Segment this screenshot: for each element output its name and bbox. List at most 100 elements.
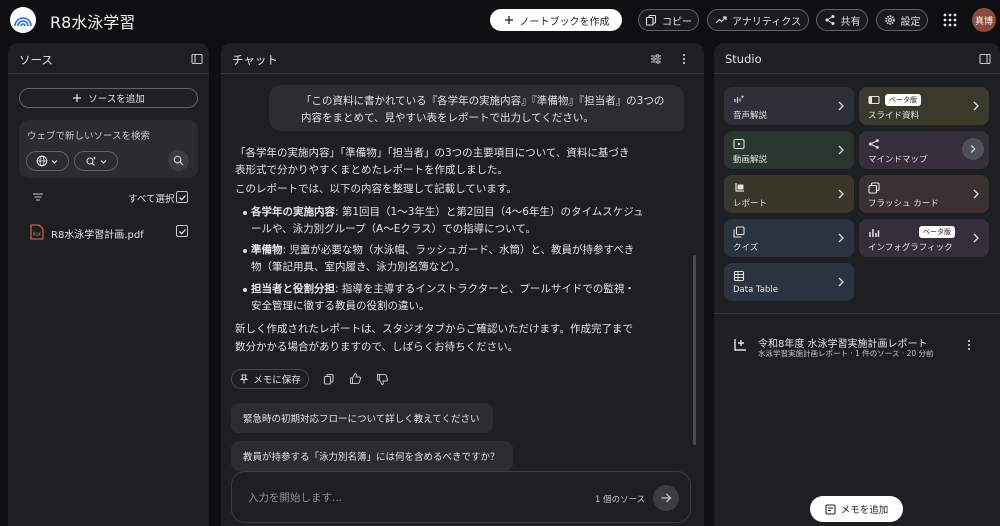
chevron-right-icon — [838, 101, 844, 111]
add-source-button[interactable]: ソースを追加 — [19, 88, 198, 108]
chevron-right-icon — [973, 101, 979, 111]
tile-label: クイズ — [733, 243, 759, 253]
report-note-icon — [734, 339, 746, 351]
chevron-right-icon — [838, 189, 844, 199]
app-logo[interactable] — [10, 7, 36, 33]
tune-icon — [651, 54, 661, 64]
tile-quiz[interactable]: クイズ — [724, 219, 854, 257]
source-item-name[interactable]: R8水泳学習計画.pdf — [51, 226, 144, 241]
tile-slides[interactable]: ベータ版 スライド資料 — [859, 87, 989, 125]
filter-sort-icon[interactable] — [32, 192, 44, 202]
chevron-right-icon — [838, 145, 844, 155]
logo-icon — [14, 17, 32, 27]
bullet-3-text: : 指導を主導するインストラクターと、プールサイドでの監視・ — [335, 283, 635, 295]
quiz-icon — [733, 226, 745, 238]
bullet-dot — [243, 249, 247, 253]
copy-icon — [645, 14, 657, 26]
chat-settings-button[interactable] — [648, 51, 664, 67]
copy-button[interactable]: コピー — [638, 9, 699, 31]
bullet-2-line-1: 準備物: 児童が必要な物（水泳帽、ラッシュガード、水筒）と、教員が持参すべき — [251, 242, 691, 259]
tile-mindmap[interactable]: マインドマップ — [859, 131, 989, 169]
add-memo-label: メモを追加 — [840, 505, 889, 516]
audio-spark-icon — [734, 95, 745, 103]
chat-scrollbar[interactable] — [693, 255, 696, 445]
bullet-1-line-1: 各学年の実施内容: 第1回目（1〜3年生）と第2回目（4〜6年生）のタイムスケジ… — [251, 204, 691, 221]
tile-label: フラッシュ カード — [868, 199, 939, 209]
tile-report[interactable]: レポート — [724, 175, 854, 213]
copy-label: コピー — [662, 16, 692, 28]
bullet-2-heading: 準備物 — [251, 244, 283, 256]
mindmap-icon — [868, 139, 879, 149]
bullet-2-text: : 児童が必要な物（水泳帽、ラッシュガード、水筒）と、教員が持参すべき — [282, 244, 635, 256]
chevron-right-icon — [970, 145, 976, 153]
chevron-down-icon — [51, 159, 58, 164]
apps-grid-icon[interactable] — [942, 12, 958, 28]
note-add-icon — [825, 503, 836, 515]
bullet-dot — [243, 288, 247, 292]
avatar[interactable]: 真博 — [972, 8, 996, 32]
chevron-right-icon — [838, 277, 844, 287]
tile-infographic[interactable]: ベータ版 インフォグラフィック — [859, 219, 989, 257]
web-source-dropdown[interactable] — [26, 151, 69, 171]
flashcard-icon — [868, 182, 880, 194]
sources-divider — [8, 73, 209, 74]
suggested-question-2[interactable]: 教員が持参する「泳力別名簿」には何を含めるべきですか？ — [231, 441, 513, 471]
notebook-title[interactable]: R8水泳学習 — [50, 9, 135, 33]
create-notebook-label: ノートブックを作成 — [519, 16, 610, 28]
ai-intro-line-2: 表形式で分かりやすくまとめたレポートを作成しました。 — [235, 164, 508, 176]
share-button[interactable]: 共有 — [816, 9, 868, 31]
tile-audio-overview[interactable]: 音声解説 — [724, 87, 854, 125]
tile-label: 動画解説 — [733, 155, 768, 165]
mindmap-open-button[interactable] — [962, 138, 984, 160]
beta-badge: ベータ版 — [885, 94, 921, 106]
collapse-studio-button[interactable] — [977, 51, 993, 67]
web-search-input[interactable]: ウェブで新しいソースを検索 — [27, 128, 150, 142]
chevron-right-icon — [973, 189, 979, 199]
collapse-sources-button[interactable] — [189, 51, 205, 67]
source-item-checkbox[interactable] — [176, 225, 188, 237]
create-notebook-button[interactable]: ノートブックを作成 — [490, 9, 622, 31]
studio-panel: Studio 音声解説 ベータ版 スライド資料 動画解説 マインドマップ レポー… — [714, 43, 1000, 526]
save-memo-label: メモに保存 — [253, 375, 301, 386]
bullet-2-line-2: 物（筆記用具、室内履き、泳力別名簿など）。 — [251, 261, 466, 273]
analytics-button[interactable]: アナリティクス — [707, 9, 809, 31]
tile-data-table[interactable]: Data Table — [724, 263, 854, 301]
plus-icon — [504, 16, 513, 24]
save-to-memo-button[interactable]: メモに保存 — [231, 369, 309, 389]
select-all-checkbox[interactable] — [176, 191, 188, 203]
table-icon — [733, 270, 745, 282]
chat-panel: チャット 「この資料に書かれている『各学年の実施内容』『準備物』『担当者』の3つ… — [221, 43, 704, 526]
more-vertical-icon — [682, 53, 686, 65]
generated-report-meta: 水泳学習実施計画レポート · 1 件のソース · 20 分前 — [758, 349, 934, 358]
ai-closing-line-1: 新しく作成されたレポートは、スタジオタブからご確認いただけます。作成完了まで — [235, 323, 633, 335]
settings-button[interactable]: 設定 — [876, 9, 928, 31]
research-mode-dropdown[interactable] — [74, 151, 118, 171]
more-vertical-icon[interactable] — [967, 339, 971, 351]
chat-more-button[interactable] — [676, 51, 692, 67]
check-icon — [178, 228, 186, 235]
add-source-label: ソースを追加 — [88, 94, 145, 105]
suggested-question-1[interactable]: 緊急時の初期対応フローについて詳しく教えてください — [231, 403, 493, 433]
thumbs-up-icon[interactable] — [349, 372, 362, 385]
send-button[interactable] — [653, 485, 679, 511]
add-memo-button[interactable]: メモを追加 — [810, 496, 903, 522]
web-search-submit-button[interactable] — [168, 150, 189, 171]
tile-video-overview[interactable]: 動画解説 — [724, 131, 854, 169]
bullet-3-heading: 担当者と役割分担 — [251, 283, 335, 295]
trending-up-icon — [715, 16, 727, 24]
tile-label: 音声解説 — [733, 111, 768, 121]
tile-flashcards[interactable]: フラッシュ カード — [859, 175, 989, 213]
user-message: 「この資料に書かれている『各学年の実施内容』『準備物』『担当者』の3つの内容をま… — [269, 85, 684, 131]
share-icon — [825, 15, 834, 25]
copy-icon[interactable] — [323, 373, 335, 385]
svg-text:PDF: PDF — [33, 232, 42, 238]
video-icon — [733, 138, 745, 150]
chat-input[interactable] — [248, 488, 548, 508]
tile-label: レポート — [733, 199, 768, 209]
thumbs-down-icon[interactable] — [376, 373, 389, 386]
beta-badge: ベータ版 — [919, 226, 955, 238]
sidebar-toggle-icon — [191, 53, 203, 65]
bullet-1-text: : 第1回目（1〜3年生）と第2回目（4〜6年生）のタイムスケジュ — [335, 206, 644, 218]
sidebar-toggle-icon — [979, 53, 991, 65]
slides-icon — [868, 95, 880, 105]
